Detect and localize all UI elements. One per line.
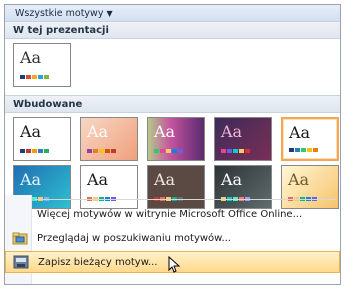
theme-thumb-text: Aa [87,170,109,189]
theme-color-bars [221,149,250,153]
theme-thumb-text: Aa [20,122,42,141]
section-in-presentation: W tej prezentacji [5,21,340,39]
header-title: Wszystkie motywy [15,7,104,19]
themes-gallery-header[interactable]: Wszystkie motywy ▼ [5,5,340,22]
caret-down-icon: ▼ [106,8,113,18]
menu-more-themes-online[interactable]: Więcej motywów w witrynie Microsoft Offi… [5,203,340,225]
theme-thumb-text: Aa [221,122,243,141]
menu-separator [35,199,336,200]
theme-color-bars [154,149,183,153]
theme-thumb-text: Aa [20,170,42,189]
theme-thumb-text: Aa [20,48,42,67]
theme-thumb-builtin-3[interactable]: Aa [147,117,205,161]
menu-browse-themes[interactable]: Przeglądaj w poszukiwaniu motywów... [5,227,340,249]
menu-browse-themes-label: Przeglądaj w poszukiwaniu motywów... [37,232,231,244]
theme-color-bars [289,148,318,152]
save-theme-icon [13,255,29,269]
theme-thumb-text: Aa [154,170,176,189]
theme-thumb-builtin-1[interactable]: Aa [13,117,71,161]
menu-more-themes-online-label: Więcej motywów w witrynie Microsoft Offi… [37,208,303,220]
open-folder-icon [12,231,28,245]
menu-save-current-theme[interactable]: Zapisz bieżący motyw... [5,251,340,273]
theme-thumb-text: Aa [221,170,243,189]
section-builtin-label: Wbudowane [13,98,83,110]
theme-color-bars [20,149,49,153]
theme-thumb-text: Aa [289,123,311,142]
menu-save-current-theme-label: Zapisz bieżący motyw... [38,256,158,268]
theme-thumb-builtin-4[interactable]: Aa [214,117,272,161]
themes-menu: Więcej motywów w witrynie Microsoft Offi… [5,195,340,284]
theme-thumb-current[interactable]: Aa [13,43,71,87]
theme-thumb-text: Aa [154,122,176,141]
theme-color-bars [20,75,49,79]
theme-thumb-text: Aa [288,170,310,189]
theme-thumb-builtin-5[interactable]: Aa [281,117,339,161]
theme-thumb-builtin-2[interactable]: Aa [80,117,138,161]
theme-thumb-text: Aa [87,122,109,141]
themes-gallery-panel: Wszystkie motywy ▼ W tej prezentacji Aa … [4,4,341,285]
section-builtin: Wbudowane [5,95,340,113]
section-in-presentation-label: W tej prezentacji [13,24,109,36]
theme-color-bars [87,149,116,153]
